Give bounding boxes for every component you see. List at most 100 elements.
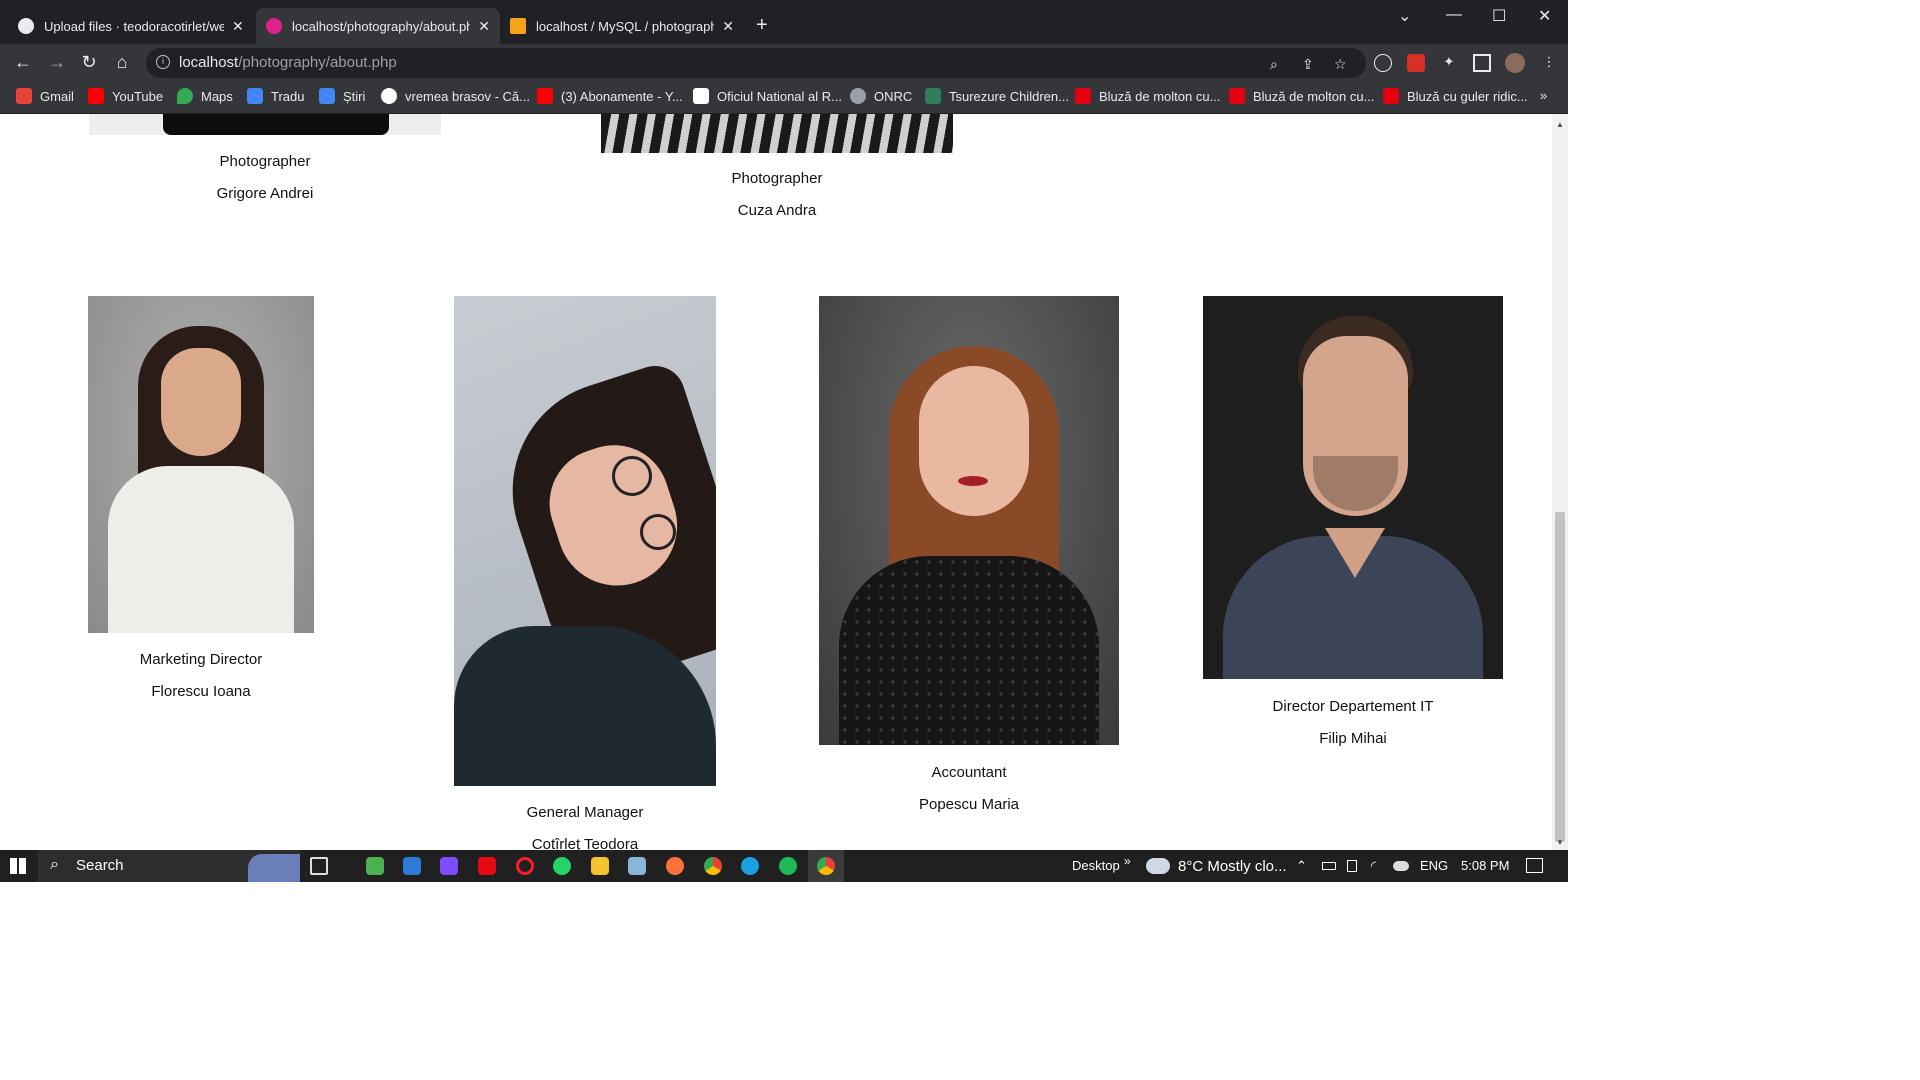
close-tab-icon[interactable]: ✕ <box>722 18 734 35</box>
home-button[interactable]: ⌂ <box>111 52 133 73</box>
member-name: Florescu Ioana <box>151 683 251 700</box>
github-icon <box>18 18 34 34</box>
spotify-icon[interactable] <box>779 857 797 875</box>
globe-icon <box>850 88 866 104</box>
edge-icon[interactable] <box>741 857 759 875</box>
extension-icon[interactable] <box>1374 54 1392 72</box>
bookmark-abonamente[interactable]: (3) Abonamente - Y... <box>537 88 683 104</box>
scroll-down-icon[interactable]: ▼ <box>1556 838 1564 847</box>
bookmark-hm-1[interactable]: Bluză de molton cu... <box>1075 88 1220 104</box>
bookmarks-overflow-icon[interactable]: » <box>1540 88 1547 103</box>
language-indicator[interactable]: ENG <box>1420 858 1448 873</box>
scroll-up-icon[interactable]: ▲ <box>1556 120 1564 129</box>
tab-bar: Upload files · teodoracotirlet/wel ✕ loc… <box>0 0 1568 44</box>
bookmark-hm-2[interactable]: Bluză de molton cu... <box>1229 88 1374 104</box>
tab-about[interactable]: localhost/photography/about.php ✕ <box>256 8 500 44</box>
whatsapp-icon[interactable] <box>553 857 571 875</box>
desktop-overflow-icon[interactable]: » <box>1124 854 1131 868</box>
active-chrome-task[interactable] <box>808 850 844 882</box>
tab-phpmyadmin[interactable]: localhost / MySQL / photography ✕ <box>500 8 744 44</box>
member-role: Director Departement IT <box>1272 698 1434 715</box>
forward-button[interactable]: → <box>46 52 68 73</box>
youtube-icon <box>88 88 104 104</box>
page-favicon-icon <box>266 18 282 34</box>
close-tab-icon[interactable]: ✕ <box>232 18 244 35</box>
new-tab-button[interactable]: + <box>756 14 768 37</box>
firefox-icon[interactable] <box>666 857 684 875</box>
bookmark-stiri[interactable]: Știri <box>319 88 365 104</box>
bookmark-vremea[interactable]: vremea brasov - Că... <box>381 88 530 104</box>
bookmark-oficiul[interactable]: Oficiul National al R... <box>693 88 842 104</box>
opera-icon[interactable] <box>516 857 534 875</box>
bookmark-tsurezure[interactable]: Tsurezure Children... <box>925 88 1069 104</box>
close-tab-icon[interactable]: ✕ <box>478 18 490 35</box>
netflix-icon[interactable] <box>478 857 496 875</box>
bookmark-youtube[interactable]: YouTube <box>88 88 163 104</box>
member-role: Photographer <box>219 153 311 170</box>
profile-avatar[interactable] <box>1505 53 1525 73</box>
minimize-button[interactable]: — <box>1446 6 1462 24</box>
document-icon <box>693 88 709 104</box>
mail-icon[interactable] <box>403 857 421 875</box>
pocket-icon[interactable] <box>1407 54 1425 72</box>
back-button[interactable]: ← <box>12 52 34 73</box>
battery-icon[interactable] <box>1322 862 1336 870</box>
team-photo-cotirlet <box>454 296 716 786</box>
anime-site-icon <box>925 88 941 104</box>
file-explorer-icon[interactable] <box>591 857 609 875</box>
menu-kebab-icon[interactable]: ⋮ <box>1540 54 1558 72</box>
weather-text[interactable]: 8°C Mostly clo... <box>1178 858 1287 875</box>
hm-icon <box>1075 88 1091 104</box>
google-icon <box>381 88 397 104</box>
member-name: Popescu Maria <box>918 796 1020 813</box>
zoom-icon[interactable]: ⌕ <box>1270 56 1278 73</box>
weather-cloud-icon <box>1146 858 1170 874</box>
onedrive-icon[interactable] <box>1393 861 1409 871</box>
windows-start-icon[interactable] <box>10 858 26 874</box>
translate-icon <box>247 88 263 104</box>
notes-icon[interactable] <box>628 857 646 875</box>
clock[interactable]: 5:08 PM <box>1461 858 1509 873</box>
desktop-toolbar[interactable]: Desktop <box>1072 858 1120 873</box>
taskbar-search-box[interactable]: ⌕ Search <box>38 850 300 882</box>
gmail-icon <box>16 88 32 104</box>
tab-github[interactable]: Upload files · teodoracotirlet/wel ✕ <box>8 8 254 44</box>
member-role: Photographer <box>731 170 823 187</box>
page-scrollbar[interactable]: ▲ ▼ <box>1552 114 1568 850</box>
app-green-icon[interactable] <box>366 857 384 875</box>
share-icon[interactable]: ⇪ <box>1302 56 1314 73</box>
team-photo-filip <box>1203 296 1503 679</box>
hm-icon <box>1383 88 1399 104</box>
chrome-icon[interactable] <box>704 857 722 875</box>
bookmark-hm-3[interactable]: Bluză cu guler ridic... <box>1383 88 1528 104</box>
scrollbar-thumb[interactable] <box>1555 512 1565 842</box>
hm-icon <box>1229 88 1245 104</box>
device-icon[interactable] <box>1347 860 1357 872</box>
url-text: localhost/photography/about.php <box>179 54 397 71</box>
team-photo-florescu <box>88 296 314 633</box>
task-view-icon[interactable] <box>310 857 328 875</box>
tab-search-icon[interactable]: ⌄ <box>1398 6 1411 26</box>
maximize-button[interactable]: ☐ <box>1492 6 1506 26</box>
bookmark-onrc[interactable]: ONRC <box>850 88 912 104</box>
extensions-puzzle-icon[interactable]: ✦ <box>1440 54 1458 72</box>
bookmark-gmail[interactable]: Gmail <box>16 88 74 104</box>
notifications-icon[interactable] <box>1526 858 1543 873</box>
address-bar[interactable]: i localhost/photography/about.php ⌕ ⇪ ☆ <box>146 48 1366 78</box>
wifi-icon[interactable]: ◜ <box>1371 858 1376 874</box>
messenger-icon[interactable] <box>440 857 458 875</box>
member-name: Cuza Andra <box>737 202 817 219</box>
member-role: Accountant <box>931 764 1007 781</box>
search-highlight-image <box>248 854 300 882</box>
reload-button[interactable]: ↻ <box>78 52 100 73</box>
site-info-icon[interactable]: i <box>156 55 170 69</box>
bookmark-maps[interactable]: Maps <box>177 88 233 104</box>
close-window-button[interactable]: ✕ <box>1538 6 1551 26</box>
search-icon: ⌕ <box>50 856 59 873</box>
side-panel-icon[interactable] <box>1473 54 1491 72</box>
tray-chevron-icon[interactable]: ⌃ <box>1296 858 1307 874</box>
bookmark-tradu[interactable]: Tradu <box>247 88 304 104</box>
bookmark-star-icon[interactable]: ☆ <box>1334 56 1347 73</box>
member-name: Grigore Andrei <box>216 185 314 202</box>
maps-icon <box>177 88 193 104</box>
